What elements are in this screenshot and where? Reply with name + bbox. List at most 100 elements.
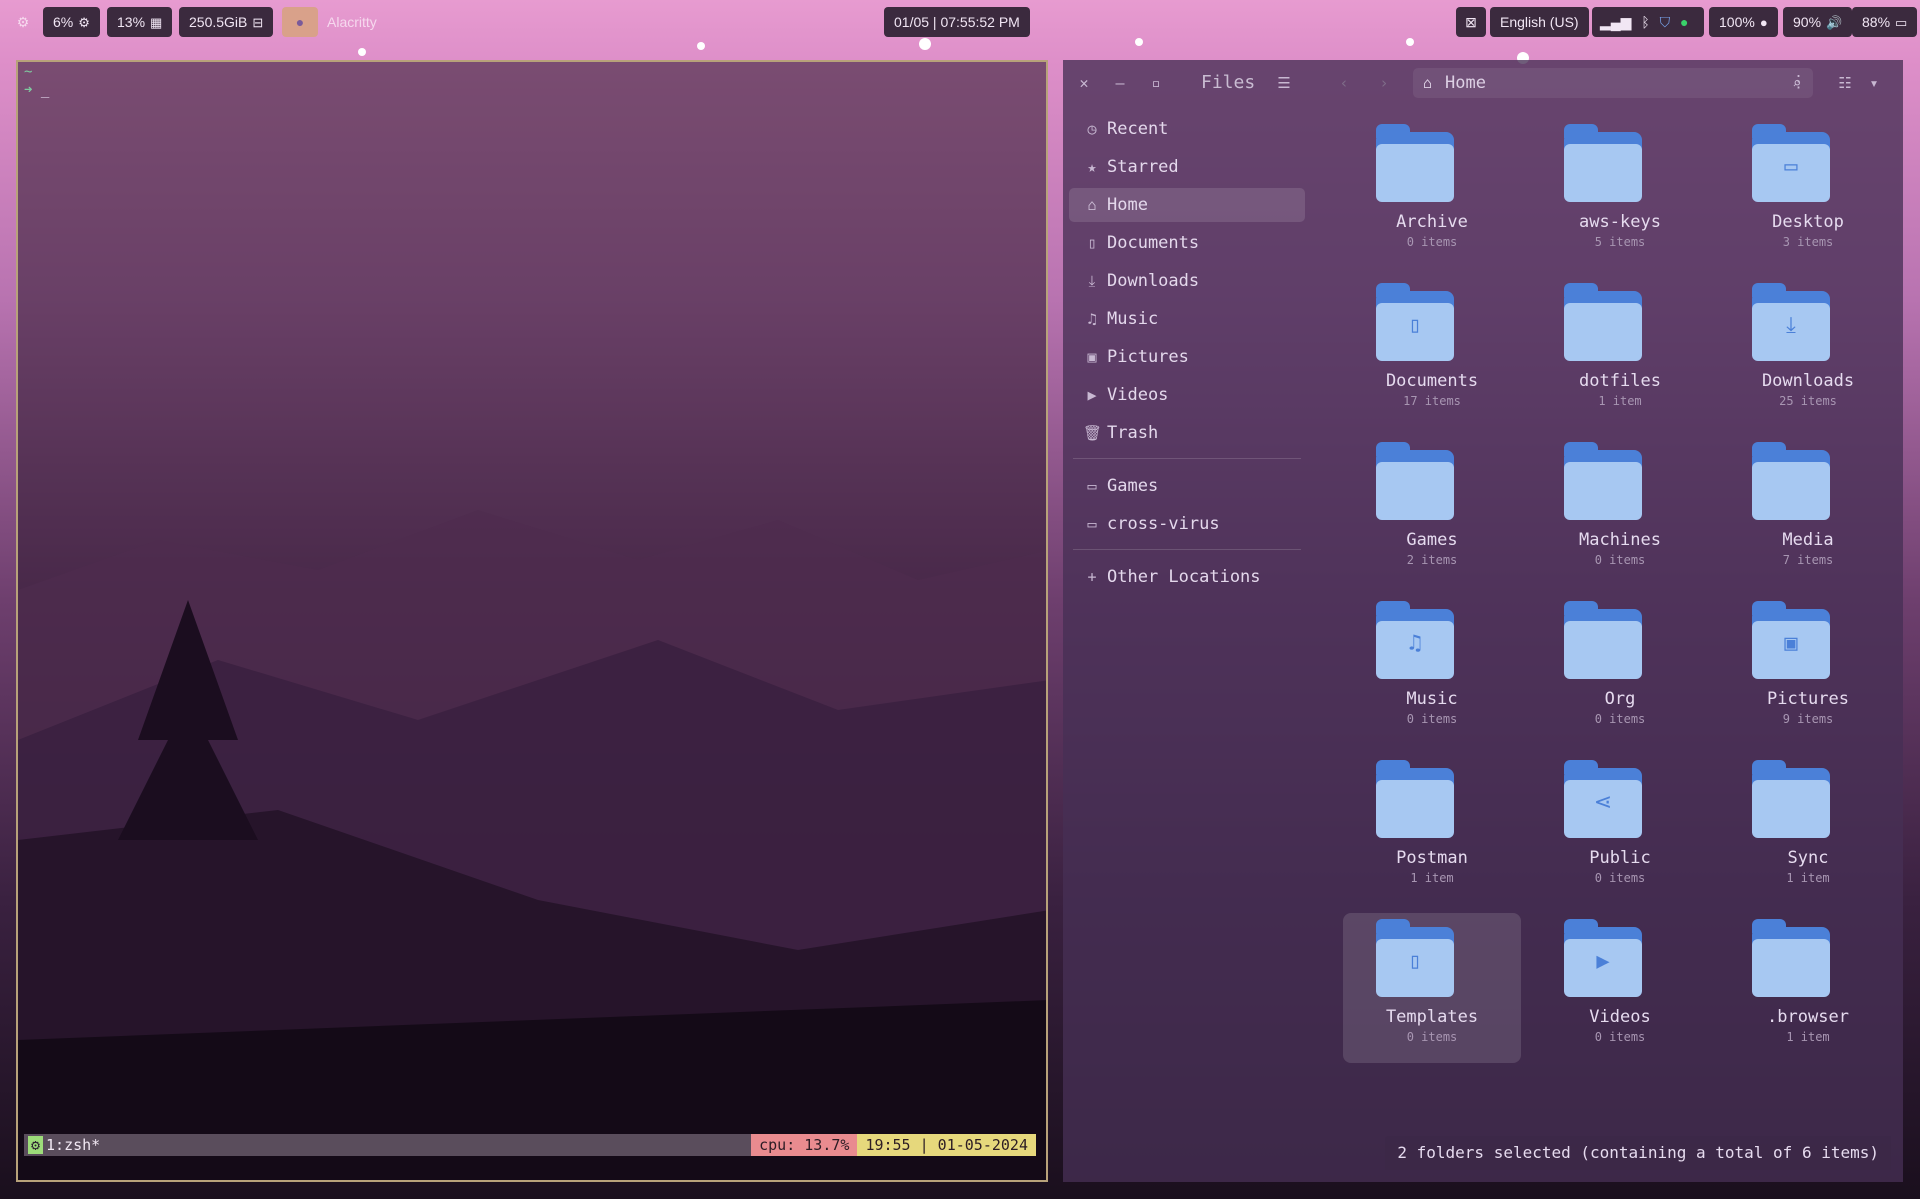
folder-icon (1752, 442, 1830, 520)
keyboard-layout[interactable]: English (US) (1490, 7, 1589, 37)
folder-count: 0 items (1406, 1030, 1458, 1044)
folder-glyph: ▶ (1596, 949, 1610, 974)
folder-item[interactable]: Org 0 items (1531, 595, 1709, 745)
folder-item[interactable]: ▶ Videos 0 items (1531, 913, 1709, 1063)
sidebar-item-starred[interactable]: ★ Starred (1069, 150, 1305, 184)
folder-icon: ▭ (1087, 477, 1097, 495)
menu-icon[interactable]: ☰ (1271, 70, 1297, 96)
folder-item[interactable]: ♫ Music 0 items (1343, 595, 1521, 745)
landscape-background (18, 510, 1046, 1180)
folder-item[interactable]: dotfiles 1 item (1531, 277, 1709, 427)
forward-icon[interactable]: › (1371, 70, 1397, 96)
folder-icon: ▭ (1087, 515, 1097, 533)
sidebar-item-pictures[interactable]: ▣ Pictures (1069, 340, 1305, 374)
folder-glyph: ♫ (1408, 631, 1422, 656)
video-icon: ▶ (1087, 386, 1097, 404)
folder-icon (1564, 442, 1642, 520)
disk-widget[interactable]: 250.5GiB ⊟ (179, 7, 274, 37)
cpu-widget[interactable]: 6% ⚙ (43, 7, 100, 37)
sidebar-item-games[interactable]: ▭ Games (1069, 469, 1305, 503)
disk-value: 250.5GiB (189, 14, 248, 30)
folder-item[interactable]: Media 7 items (1719, 436, 1897, 586)
folder-item[interactable]: Games 2 items (1343, 436, 1521, 586)
view-options-chevron-icon[interactable]: ▾ (1861, 70, 1887, 96)
notification-icon[interactable]: ⊠ (1456, 7, 1486, 37)
speaker-icon: 🔊 (1826, 15, 1843, 30)
sidebar-item-recent[interactable]: ◷ Recent (1069, 112, 1305, 146)
sidebar-item-downloads[interactable]: ⤓ Downloads (1069, 264, 1305, 298)
sidebar-item-label: Pictures (1107, 347, 1189, 367)
folder-item[interactable]: ▯ Templates 0 items (1343, 913, 1521, 1063)
folder-item[interactable]: ▯ Documents 17 items (1343, 277, 1521, 427)
sidebar-item-other-locations[interactable]: + Other Locations (1069, 560, 1305, 594)
folder-item[interactable]: ▣ Pictures 9 items (1719, 595, 1897, 745)
search-icon[interactable]: ⌕ (1784, 70, 1810, 96)
files-window[interactable]: ✕ – ▫ Files ☰ ‹ › ⌂ Home ⋮ ⌕ ☷ ▾ ◷ Recent… (1063, 60, 1903, 1182)
path-bar[interactable]: ⌂ Home ⋮ (1413, 68, 1813, 98)
folder-item[interactable]: aws-keys 5 items (1531, 118, 1709, 268)
cpu-icon: ⚙ (78, 15, 90, 30)
terminal-line: ~ (24, 64, 33, 80)
view-list-icon[interactable]: ☷ (1832, 70, 1858, 96)
sidebar-item-documents[interactable]: ▯ Documents (1069, 226, 1305, 260)
shield-icon[interactable]: ⛉ (1660, 14, 1671, 30)
memory-widget[interactable]: 13% ▦ (107, 7, 173, 37)
network-icon[interactable]: ▂▄▆ (1600, 14, 1631, 30)
top-bar: ⚙ 6% ⚙ 13% ▦ 250.5GiB ⊟ ● Alacritty 01/05 |… (0, 0, 1920, 44)
app-icon[interactable]: ● (282, 7, 318, 37)
maximize-icon[interactable]: ▫ (1143, 70, 1169, 96)
folder-count: 0 items (1594, 553, 1646, 567)
minimize-icon[interactable]: – (1107, 70, 1133, 96)
tmux-status-bar: ⚙ 1:zsh* cpu: 13.7% 19:55 | 01-05-2024 (24, 1134, 1036, 1156)
terminal-window[interactable]: ~ ➜ _ ⚙ 1:zsh* cpu: 13.7% 19:55 | 01-05-2… (16, 60, 1048, 1182)
memory-icon: ▦ (150, 15, 163, 30)
sidebar-item-label: Downloads (1107, 271, 1200, 291)
folder-item[interactable]: ⋖ Public 0 items (1531, 754, 1709, 904)
folder-count: 1 item (1410, 871, 1454, 885)
sidebar-item-home[interactable]: ⌂ Home (1069, 188, 1305, 222)
sidebar-item-music[interactable]: ♫ Music (1069, 302, 1305, 336)
terminal-prompt[interactable]: ➜ _ (24, 82, 49, 98)
close-icon[interactable]: ✕ (1071, 70, 1097, 96)
spotify-icon[interactable]: ● (1680, 14, 1688, 30)
folder-item[interactable]: ▭ Desktop 3 items (1719, 118, 1897, 268)
folder-name: Videos (1589, 1007, 1651, 1027)
volume-widget[interactable]: 90% 🔊 (1783, 7, 1853, 37)
cursor: _ (40, 82, 50, 98)
folder-item[interactable]: ⤓ Downloads 25 items (1719, 277, 1897, 427)
folder-item[interactable]: Postman 1 item (1343, 754, 1521, 904)
tmux-window-tab[interactable]: ⚙ 1:zsh* (24, 1134, 752, 1156)
clock[interactable]: 01/05 | 07:55:52 PM (884, 7, 1030, 37)
folder-glyph: ▯ (1408, 949, 1422, 974)
folder-count: 1 item (1598, 394, 1642, 408)
brightness-widget[interactable]: 100% ● (1709, 7, 1778, 37)
folder-item[interactable]: Archive 0 items (1343, 118, 1521, 268)
launcher-gear-icon[interactable]: ⚙ (8, 7, 38, 37)
folder-count: 2 items (1406, 553, 1458, 567)
folder-count: 7 items (1782, 553, 1834, 567)
sidebar-item-label: Trash (1107, 423, 1159, 443)
folder-icon (1376, 124, 1454, 202)
folder-item[interactable]: Machines 0 items (1531, 436, 1709, 586)
picture-icon: ▣ (1087, 348, 1097, 366)
back-icon[interactable]: ‹ (1331, 70, 1357, 96)
battery-value: 88% (1862, 14, 1891, 30)
sidebar-item-label: Starred (1107, 157, 1179, 177)
sidebar-item-label: Recent (1107, 119, 1169, 139)
folder-count: 9 items (1782, 712, 1834, 726)
sidebar-item-videos[interactable]: ▶ Videos (1069, 378, 1305, 412)
sidebar-item-cross-virus[interactable]: ▭ cross-virus (1069, 507, 1305, 541)
folder-item[interactable]: .browser 1 item (1719, 913, 1897, 1063)
sidebar-item-label: Documents (1107, 233, 1200, 253)
bluetooth-icon[interactable]: ᛒ (1641, 14, 1649, 30)
star-decoration (697, 42, 705, 50)
sidebar-item-trash[interactable]: 🗑 Trash (1069, 416, 1305, 450)
folder-icon: ⤓ (1752, 283, 1830, 361)
sidebar-item-label: Videos (1107, 385, 1169, 405)
disk-icon: ⊟ (252, 15, 264, 30)
battery-widget[interactable]: 88% ▭ (1852, 7, 1918, 37)
folder-item[interactable]: Sync 1 item (1719, 754, 1897, 904)
folder-icon: ♫ (1376, 601, 1454, 679)
folder-glyph: ▭ (1784, 154, 1798, 179)
window-title: Alacritty (327, 14, 377, 30)
